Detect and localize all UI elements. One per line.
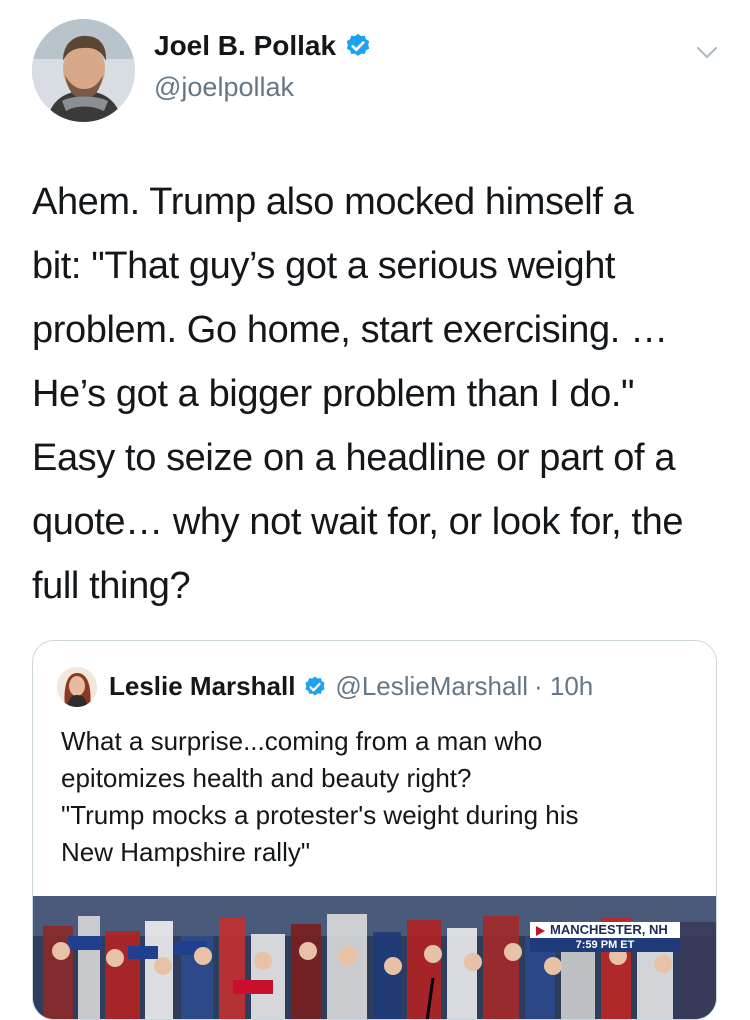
- verified-badge-icon: [346, 33, 370, 56]
- chyron-location: MANCHESTER, NH: [530, 922, 680, 938]
- quoted-tweet-card[interactable]: Leslie Marshall @LeslieMarshall · 10h Wh…: [32, 640, 717, 1020]
- rally-crowd-image: [33, 896, 716, 1019]
- chyron-time: 7:59 PM ET: [530, 938, 680, 952]
- quoted-timestamp[interactable]: · 10h: [534, 671, 593, 702]
- author-name-row[interactable]: Joel B. Pollak: [154, 30, 372, 62]
- quoted-media-image[interactable]: MANCHESTER, NH 7:59 PM ET: [33, 896, 716, 1019]
- verified-badge-icon: [305, 676, 326, 695]
- author-handle[interactable]: @joelpollak: [154, 72, 294, 103]
- news-chyron: MANCHESTER, NH 7:59 PM ET: [530, 922, 680, 952]
- quoted-author-avatar[interactable]: [57, 667, 97, 707]
- author-avatar[interactable]: [32, 19, 135, 122]
- author-name[interactable]: Joel B. Pollak: [154, 30, 336, 62]
- quoted-author-handle[interactable]: @LeslieMarshall: [335, 671, 528, 702]
- quoted-author-name[interactable]: Leslie Marshall: [109, 671, 295, 702]
- chevron-down-icon[interactable]: [693, 38, 721, 66]
- quoted-tweet-text: What a surprise...coming from a man who …: [61, 726, 579, 867]
- tweet-text: Ahem. Trump also mocked himself a bit: "…: [32, 181, 684, 607]
- quoted-tweet-header: Leslie Marshall @LeslieMarshall · 10h: [109, 671, 593, 702]
